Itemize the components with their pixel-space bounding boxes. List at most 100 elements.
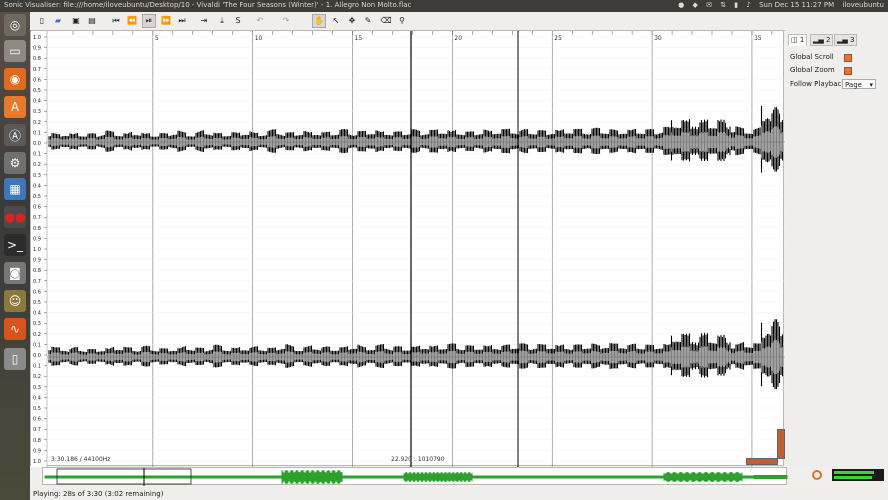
- open-icon[interactable]: ▰: [52, 15, 64, 27]
- redo-icon[interactable]: ↷: [280, 15, 292, 27]
- time-ruler-label: 25: [554, 35, 562, 42]
- overview-pane[interactable]: [42, 467, 788, 486]
- battery-icon[interactable]: ▮: [734, 1, 738, 9]
- rewind-start-icon[interactable]: ⏮: [110, 15, 122, 27]
- fast-forward-icon[interactable]: ⏩: [160, 15, 172, 27]
- camera-icon[interactable]: ◙: [4, 262, 26, 284]
- scale-label: 0.0: [33, 141, 41, 147]
- scale-label: 0.4: [33, 99, 41, 105]
- scale-label: 0.2: [33, 374, 41, 380]
- time-ruler-label: 35: [754, 35, 762, 42]
- scale-label: 0.3: [33, 385, 41, 391]
- waveform-icon[interactable]: ∿: [4, 318, 26, 340]
- undo-icon[interactable]: ↶: [254, 15, 266, 27]
- vertical-zoom-thumbwheel[interactable]: [777, 429, 785, 459]
- time-ruler-label: 5: [155, 35, 159, 42]
- tab-1-icon: ◫: [791, 36, 800, 44]
- navigate-icon[interactable]: ✋: [312, 14, 326, 28]
- scale-label: 0.4: [33, 395, 41, 401]
- scale-label: 0.2: [33, 332, 41, 338]
- select-icon[interactable]: ↖: [330, 15, 342, 27]
- time-ruler-label: 30: [654, 35, 662, 42]
- scale-label: 0.5: [33, 88, 41, 94]
- terminal-icon[interactable]: >_: [4, 234, 26, 256]
- scale-label: 0.2: [33, 120, 41, 126]
- trash-icon[interactable]: ▯: [4, 348, 26, 370]
- tab-2-icon: ▂▄: [813, 36, 826, 44]
- scale-label: 0.5: [33, 300, 41, 306]
- play-selection-icon[interactable]: ⤓: [216, 15, 228, 27]
- global-zoom-checkbox[interactable]: [844, 67, 852, 75]
- draw-icon[interactable]: ✎: [362, 15, 374, 27]
- scale-label: 0.2: [33, 162, 41, 168]
- solo-icon[interactable]: S: [232, 15, 244, 27]
- record-icon[interactable]: ●: [678, 1, 684, 9]
- mail-icon[interactable]: ✉: [706, 1, 712, 9]
- clock[interactable]: Sun Dec 15 11:27 PM: [759, 1, 834, 9]
- scale-label: 0.1: [33, 130, 41, 136]
- follow-playback-select[interactable]: Page ▾: [842, 79, 876, 89]
- scale-label: 0.9: [33, 448, 41, 454]
- scale-label: 0.7: [33, 427, 41, 433]
- tab-2[interactable]: ▂▄ 2: [810, 34, 834, 46]
- save-as-icon[interactable]: ▤: [86, 15, 98, 27]
- cherry-icon[interactable]: ●●: [4, 206, 26, 228]
- user-name[interactable]: iloveubuntu: [842, 1, 884, 9]
- scale-label: 0.6: [33, 77, 41, 83]
- time-ruler-label: 15: [355, 35, 363, 42]
- scale-label: 0.6: [33, 205, 41, 211]
- scale-label: 0.3: [33, 109, 41, 115]
- scale-label: 1.0: [33, 35, 41, 41]
- main-pane[interactable]: 1.0 0.9 0.8 0.7 0.6 0.5 0.4 0.3 0.2 0.1 0.0 0.1 0.2 0…: [30, 30, 785, 467]
- erase-icon[interactable]: ⌫: [380, 15, 392, 27]
- scale-label: 0.7: [33, 67, 41, 73]
- new-icon[interactable]: ▯: [36, 15, 48, 27]
- waveform-view[interactable]: 1.0 0.9 0.8 0.7 0.6 0.5 0.4 0.3 0.2 0.1 0.0 0.1 0.2 0…: [31, 31, 785, 467]
- dropbox-icon[interactable]: ◆: [692, 1, 697, 9]
- scale-label: 0.1: [33, 364, 41, 370]
- tab-1[interactable]: ◫ 1: [788, 34, 808, 46]
- time-ruler-label: 10: [255, 35, 263, 42]
- position-readout: 22.920 : 1010790: [391, 456, 445, 463]
- move-icon[interactable]: ✥: [346, 15, 358, 27]
- rewind-icon[interactable]: ⏪: [126, 15, 138, 27]
- dash-icon[interactable]: ◎: [4, 14, 26, 36]
- appstore-icon[interactable]: Ⓐ: [4, 124, 26, 146]
- save-icon[interactable]: ▣: [70, 15, 82, 27]
- overview-waveform[interactable]: [43, 468, 788, 486]
- loop-icon[interactable]: ⇥: [198, 15, 210, 27]
- play-pause-icon[interactable]: ⏯: [142, 14, 156, 28]
- firefox-icon[interactable]: ◉: [4, 68, 26, 90]
- horizontal-zoom-thumbwheel[interactable]: [746, 458, 778, 465]
- scale-label: 0.9: [33, 46, 41, 52]
- fast-forward-end-icon[interactable]: ⏭: [176, 15, 188, 27]
- scale-label: 0.0: [33, 353, 41, 359]
- scale-label: 0.5: [33, 194, 41, 200]
- scale-label: 0.8: [33, 438, 41, 444]
- network-icon[interactable]: ⇅: [720, 1, 726, 9]
- scale-label: 0.4: [33, 311, 41, 317]
- workspaces-icon[interactable]: ▦: [4, 178, 26, 200]
- tab-3[interactable]: ▂▄ 3: [834, 34, 858, 46]
- status-bar: Playing: 28s of 3:30 (3:02 remaining): [30, 488, 888, 500]
- status-meters: [806, 466, 888, 486]
- software-center-icon[interactable]: A: [4, 96, 26, 118]
- scale-label: 0.8: [33, 56, 41, 62]
- scale-label: 0.4: [33, 183, 41, 189]
- measure-icon[interactable]: ⚲: [396, 15, 408, 27]
- output-level-meter: [832, 469, 884, 481]
- scale-label: 0.3: [33, 321, 41, 327]
- monkey-icon[interactable]: ☺: [4, 290, 26, 312]
- settings-icon[interactable]: ⚙: [4, 152, 26, 174]
- scale-label: 0.6: [33, 417, 41, 423]
- scale-label: 0.9: [33, 236, 41, 242]
- scale-label: 0.1: [33, 152, 41, 158]
- volume-icon[interactable]: ♪: [746, 1, 750, 9]
- files-icon[interactable]: ▭: [4, 40, 26, 62]
- global-scroll-checkbox[interactable]: [844, 54, 852, 62]
- scale-label: 0.9: [33, 258, 41, 264]
- scale-label: 0.7: [33, 215, 41, 221]
- global-zoom-label: Global Zoom: [790, 66, 835, 74]
- tab-3-icon: ▂▄: [837, 36, 850, 44]
- sample-rate-label: 3:30.186 / 44100Hz: [51, 456, 111, 463]
